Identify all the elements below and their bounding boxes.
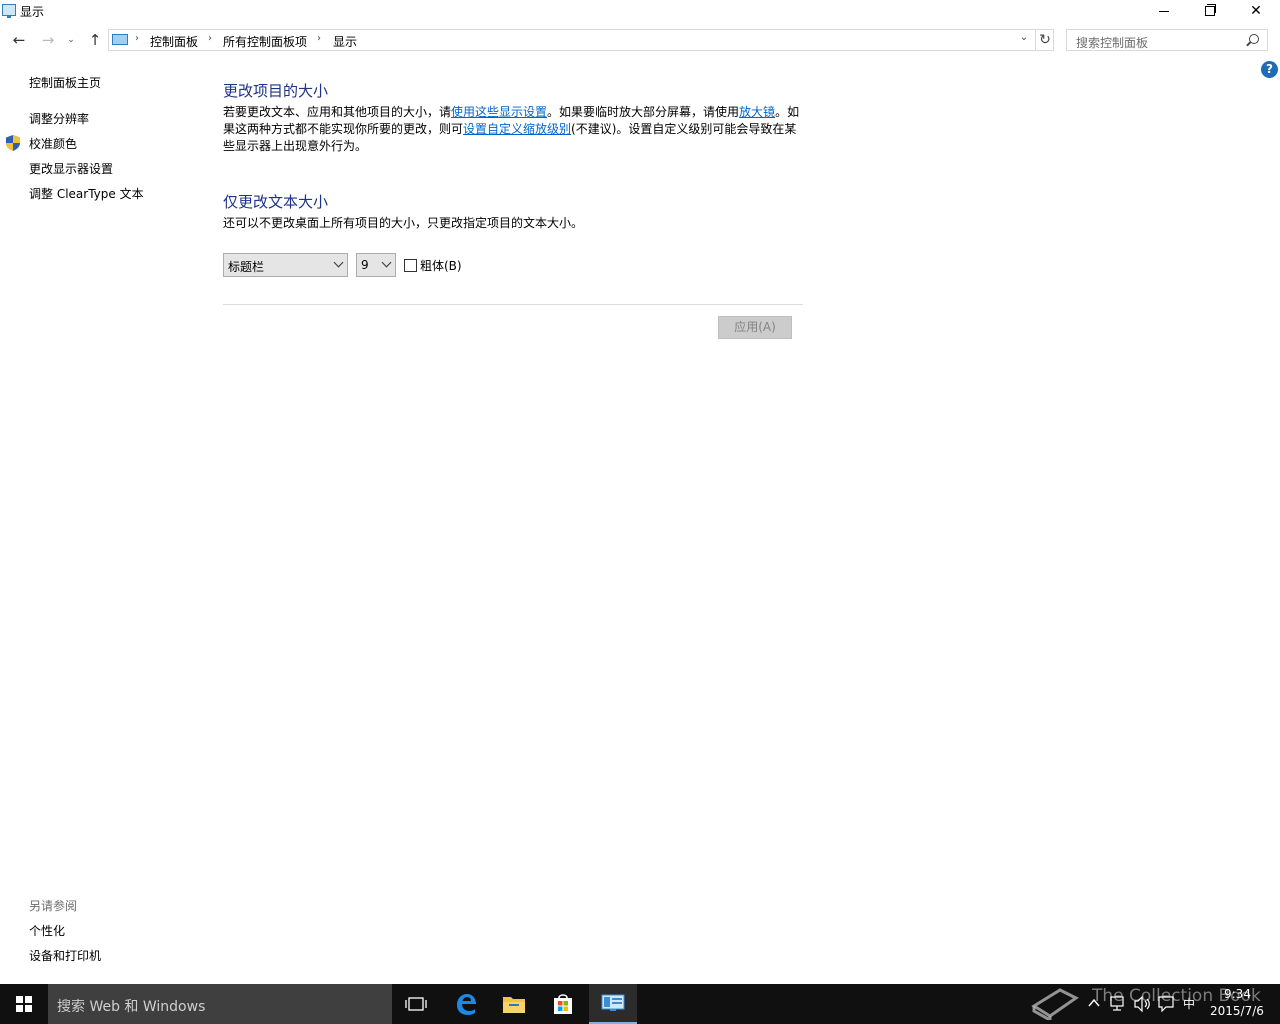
file-explorer-button[interactable] (490, 984, 538, 1024)
sidebar-item-resolution[interactable]: 调整分辨率 (29, 110, 89, 127)
recent-locations-button[interactable]: ⌄ (64, 28, 78, 52)
task-view-icon (405, 997, 427, 1011)
minimize-icon (1159, 10, 1169, 12)
section-heading-change-size: 更改项目的大小 (223, 82, 329, 100)
breadcrumb-separator-icon[interactable]: › (135, 33, 139, 44)
help-icon[interactable]: ? (1261, 61, 1278, 78)
store-icon (554, 994, 572, 1014)
store-button[interactable] (539, 984, 587, 1024)
control-panel-taskbar-button[interactable] (589, 984, 637, 1024)
item-select-value: 标题栏 (228, 260, 265, 274)
display-settings-link[interactable]: 使用这些显示设置 (451, 105, 547, 119)
edge-button[interactable] (442, 984, 490, 1024)
sidebar-item-cleartype[interactable]: 调整 ClearType 文本 (29, 185, 144, 202)
file-explorer-icon (503, 997, 525, 1013)
sidebar-item-display-settings[interactable]: 更改显示器设置 (29, 160, 113, 177)
close-icon: ✕ (1250, 3, 1262, 19)
network-icon[interactable] (1110, 996, 1128, 1012)
refresh-button[interactable]: ↻ (1035, 30, 1054, 50)
taskbar: 搜索 Web 和 Windows The Collection Book 中 9… (0, 984, 1280, 1024)
sidebar-item-devices-printers[interactable]: 设备和打印机 (29, 947, 101, 964)
breadcrumb-all-items[interactable]: 所有控制面板项 (223, 33, 307, 50)
bold-checkbox-label[interactable]: 粗体(B) (420, 257, 462, 274)
display-control-panel-icon (2, 4, 16, 18)
title-bar: 显示 ✕ (0, 0, 1280, 22)
clock-date[interactable]: 2015/7/6 (1210, 1004, 1264, 1018)
custom-scaling-link[interactable]: 设置自定义缩放级别 (463, 122, 571, 136)
breadcrumb-separator-icon[interactable]: › (208, 33, 212, 44)
windows-logo-icon (16, 996, 32, 1012)
description-text: 若要更改文本、应用和其他项目的大小，请 (223, 105, 452, 119)
address-bar[interactable]: › 控制面板 › 所有控制面板项 › 显示 ⌄ ↻ (108, 29, 1054, 51)
see-also-heading: 另请参阅 (29, 899, 78, 913)
back-button[interactable]: ← (8, 28, 30, 52)
back-arrow-icon: ← (12, 31, 26, 49)
bold-checkbox[interactable] (404, 259, 417, 272)
font-size-dropdown[interactable]: 9 (356, 253, 396, 277)
show-hidden-icons-icon[interactable] (1088, 997, 1100, 1007)
restore-button[interactable] (1187, 0, 1233, 22)
section-description-text-size: 还可以不更改桌面上所有项目的大小，只更改指定项目的文本大小。 (223, 216, 584, 230)
watermark-book-icon (1031, 988, 1079, 1020)
divider (223, 304, 803, 305)
edge-icon (457, 994, 476, 1015)
item-select-dropdown[interactable]: 标题栏 (223, 253, 348, 277)
sidebar-item-calibrate-color[interactable]: 校准颜色 (29, 135, 77, 152)
breadcrumb-display[interactable]: 显示 (333, 33, 357, 50)
control-panel-icon (601, 994, 625, 1011)
font-size-value: 9 (361, 258, 369, 272)
chevron-down-icon: ⌄ (67, 35, 75, 45)
search-input[interactable]: 搜索控制面板 (1066, 29, 1268, 51)
task-view-button[interactable] (392, 984, 440, 1024)
refresh-icon: ↻ (1039, 32, 1051, 48)
search-placeholder: 搜索控制面板 (1076, 36, 1149, 50)
start-button[interactable] (0, 984, 48, 1024)
taskbar-search-box[interactable]: 搜索 Web 和 Windows (48, 984, 392, 1024)
magnifier-link[interactable]: 放大镜 (739, 105, 775, 119)
action-center-icon[interactable] (1158, 996, 1174, 1012)
restore-icon (1205, 4, 1216, 16)
minimize-button[interactable] (1141, 0, 1187, 22)
left-navigation-pane: 控制面板主页 调整分辨率 校准颜色 更改显示器设置 调整 ClearType 文… (0, 60, 200, 980)
search-icon[interactable] (1249, 34, 1259, 44)
navigation-bar: ← → ⌄ ↑ › 控制面板 › 所有控制面板项 › 显示 ⌄ ↻ 搜索控制面板 (0, 28, 1280, 52)
clock-time[interactable]: 9:34 (1224, 987, 1251, 1001)
uac-shield-icon (6, 135, 20, 151)
chevron-down-icon (381, 257, 392, 268)
breadcrumb-control-panel[interactable]: 控制面板 (150, 33, 198, 50)
address-dropdown-button[interactable]: ⌄ (1017, 32, 1031, 48)
sidebar-item-personalization[interactable]: 个性化 (29, 922, 65, 939)
window-title: 显示 (20, 5, 45, 19)
sidebar-item-home[interactable]: 控制面板主页 (29, 74, 101, 91)
close-button[interactable]: ✕ (1233, 0, 1279, 22)
up-button[interactable]: ↑ (84, 28, 106, 52)
apply-button[interactable]: 应用(A) (718, 316, 792, 339)
computer-icon (112, 34, 128, 45)
forward-button[interactable]: → (37, 28, 59, 52)
volume-icon[interactable] (1134, 996, 1152, 1012)
section-description-change-size: 若要更改文本、应用和其他项目的大小，请使用这些显示设置。如果要临时放大部分屏幕，… (223, 104, 803, 155)
up-arrow-icon: ↑ (88, 31, 102, 49)
section-heading-text-size: 仅更改文本大小 (223, 193, 329, 211)
breadcrumb-separator-icon[interactable]: › (317, 33, 321, 44)
input-method-indicator[interactable]: 中 (1183, 995, 1195, 1012)
taskbar-search-text: 搜索 Web 和 Windows (57, 999, 206, 1015)
chevron-down-icon (333, 257, 344, 268)
description-text: 。如果要临时放大部分屏幕，请使用 (547, 105, 740, 119)
forward-arrow-icon: → (41, 31, 55, 49)
chevron-down-icon: ⌄ (1019, 32, 1029, 43)
